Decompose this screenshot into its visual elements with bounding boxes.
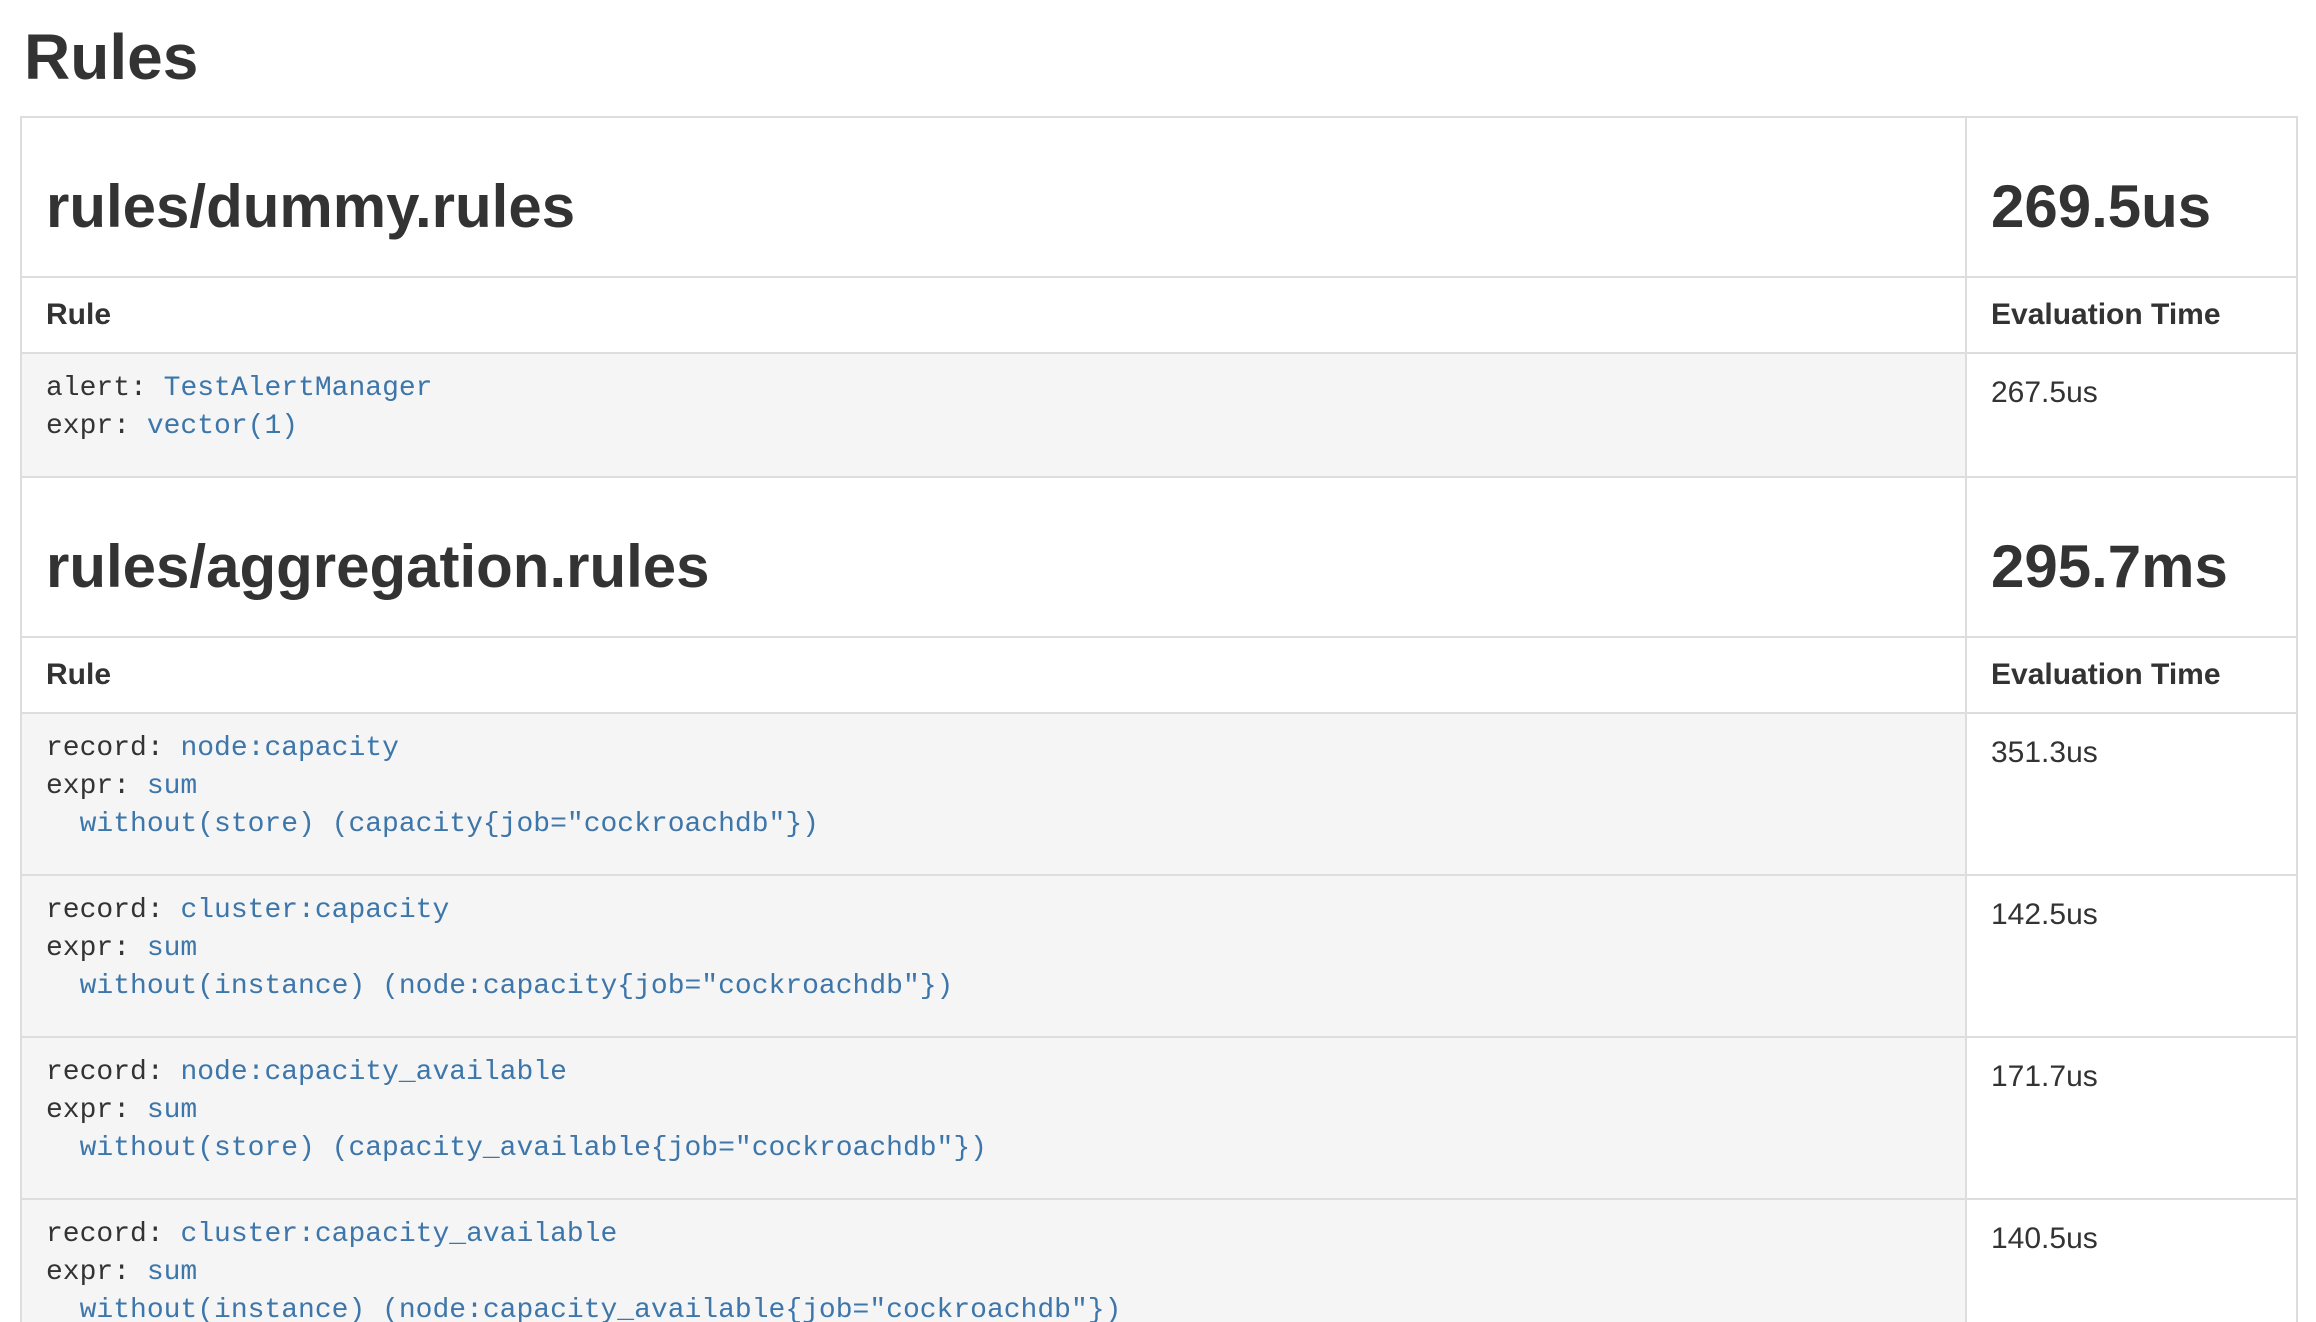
rule-cell: record: node:capacity_available expr: su… (21, 1037, 1966, 1199)
rule-group-header-row: rules/dummy.rules 269.5us (21, 117, 2297, 277)
rule-cell: record: cluster:capacity_available expr:… (21, 1199, 1966, 1322)
evaluation-time-column-header: Evaluation Time (1966, 277, 2297, 353)
rule-kind-label: record: (46, 1057, 164, 1088)
expr-label: expr: (46, 411, 130, 442)
rule-kind-label: record: (46, 895, 164, 926)
rules-table: rules/dummy.rules 269.5us Rule Evaluatio… (20, 116, 2298, 1322)
rule-row: record: node:capacity expr: sum without(… (21, 713, 2297, 875)
evaluation-time-value: 140.5us (1966, 1199, 2297, 1322)
rule-snippet: alert: TestAlertManager expr: vector(1) (46, 370, 1941, 446)
expr-label: expr: (46, 933, 130, 964)
expr-link[interactable]: sum without(instance) (node:capacity{job… (46, 933, 953, 1002)
record-name-link[interactable]: cluster:capacity (180, 895, 449, 926)
evaluation-time-value: 171.7us (1966, 1037, 2297, 1199)
page-title: Rules (24, 22, 2296, 92)
record-name-link[interactable]: cluster:capacity_available (180, 1219, 617, 1250)
rule-cell: record: node:capacity expr: sum without(… (21, 713, 1966, 875)
rule-group-header-row: rules/aggregation.rules 295.7ms (21, 477, 2297, 637)
expr-link[interactable]: sum without(store) (capacity_available{j… (46, 1095, 987, 1164)
evaluation-time-value: 267.5us (1966, 353, 2297, 477)
rule-group-name-cell: rules/dummy.rules (21, 117, 1966, 277)
rule-snippet: record: node:capacity expr: sum without(… (46, 730, 1941, 844)
rule-cell: alert: TestAlertManager expr: vector(1) (21, 353, 1966, 477)
rule-group-name: rules/dummy.rules (46, 174, 1941, 240)
column-header-row: Rule Evaluation Time (21, 277, 2297, 353)
rule-snippet: record: cluster:capacity expr: sum witho… (46, 892, 1941, 1006)
rule-group-eval-time-cell: 269.5us (1966, 117, 2297, 277)
rule-row: record: cluster:capacity expr: sum witho… (21, 875, 2297, 1037)
rule-snippet: record: node:capacity_available expr: su… (46, 1054, 1941, 1168)
alert-name-link[interactable]: TestAlertManager (164, 373, 433, 404)
column-header-row: Rule Evaluation Time (21, 637, 2297, 713)
expr-link[interactable]: sum without(store) (capacity{job="cockro… (46, 771, 819, 840)
rule-group-name: rules/aggregation.rules (46, 534, 1941, 600)
expr-label: expr: (46, 771, 130, 802)
rule-row: alert: TestAlertManager expr: vector(1) … (21, 353, 2297, 477)
evaluation-time-column-header: Evaluation Time (1966, 637, 2297, 713)
rule-snippet: record: cluster:capacity_available expr:… (46, 1216, 1941, 1322)
rule-group-name-cell: rules/aggregation.rules (21, 477, 1966, 637)
rule-row: record: cluster:capacity_available expr:… (21, 1199, 2297, 1322)
page-container: Rules rules/dummy.rules 269.5us Rule Eva… (0, 22, 2316, 1322)
rule-cell: record: cluster:capacity expr: sum witho… (21, 875, 1966, 1037)
evaluation-time-value: 142.5us (1966, 875, 2297, 1037)
rule-kind-label: alert: (46, 373, 147, 404)
rule-row: record: node:capacity_available expr: su… (21, 1037, 2297, 1199)
expr-label: expr: (46, 1257, 130, 1288)
rule-kind-label: record: (46, 1219, 164, 1250)
expr-link[interactable]: vector(1) (147, 411, 298, 442)
record-name-link[interactable]: node:capacity_available (180, 1057, 566, 1088)
rule-group-eval-time: 295.7ms (1991, 534, 2272, 600)
expr-link[interactable]: sum without(instance) (node:capacity_ava… (46, 1257, 1121, 1322)
expr-label: expr: (46, 1095, 130, 1126)
rule-column-header: Rule (21, 637, 1966, 713)
rule-group-eval-time-cell: 295.7ms (1966, 477, 2297, 637)
evaluation-time-value: 351.3us (1966, 713, 2297, 875)
rule-kind-label: record: (46, 733, 164, 764)
record-name-link[interactable]: node:capacity (180, 733, 398, 764)
rule-column-header: Rule (21, 277, 1966, 353)
rule-group-eval-time: 269.5us (1991, 174, 2272, 240)
